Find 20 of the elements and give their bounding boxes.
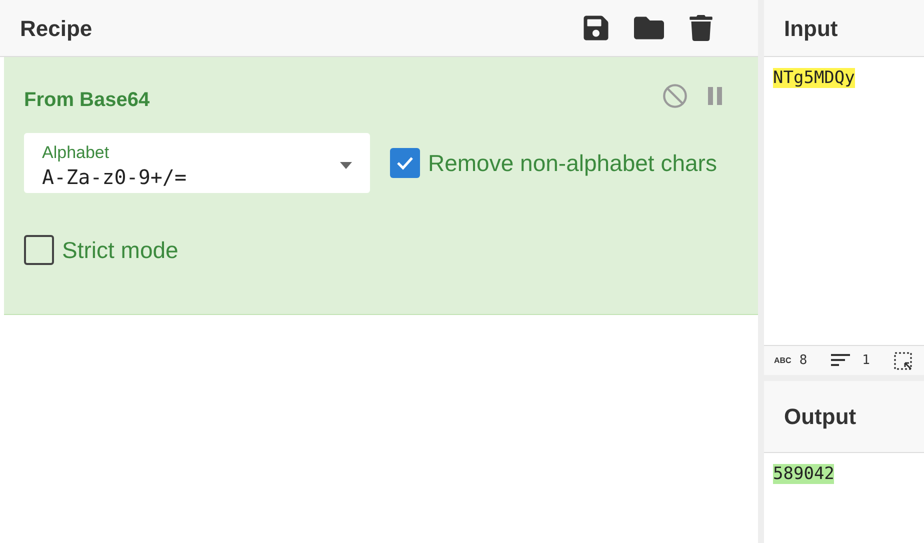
alphabet-dropdown[interactable]: Alphabet A-Za-z0-9+/=	[24, 133, 370, 193]
panel-title: Output	[784, 403, 856, 431]
panel-title: Input	[784, 14, 838, 43]
caret-icon	[340, 162, 352, 169]
field-label: Alphabet	[42, 142, 110, 164]
output-text: 589042	[773, 464, 834, 484]
save-icon[interactable]	[582, 14, 610, 42]
operation-title: From Base64	[24, 88, 151, 113]
length-value: 8	[799, 352, 808, 370]
panel-title: Recipe	[20, 14, 94, 43]
option-checkbox[interactable]: Remove non-alphabet chars	[390, 146, 717, 180]
input-text[interactable]: NTg5MDQy	[773, 68, 855, 88]
selection-icon	[894, 352, 912, 370]
lines-icon	[831, 354, 850, 367]
check-icon	[396, 156, 414, 170]
option-checkbox[interactable]: Strict mode	[24, 233, 738, 268]
lines-value: 1	[862, 352, 870, 370]
trash-icon[interactable]	[688, 15, 714, 41]
length-label: ABC	[774, 354, 792, 366]
field-value: A-Za-z0-9+/=	[42, 164, 188, 190]
